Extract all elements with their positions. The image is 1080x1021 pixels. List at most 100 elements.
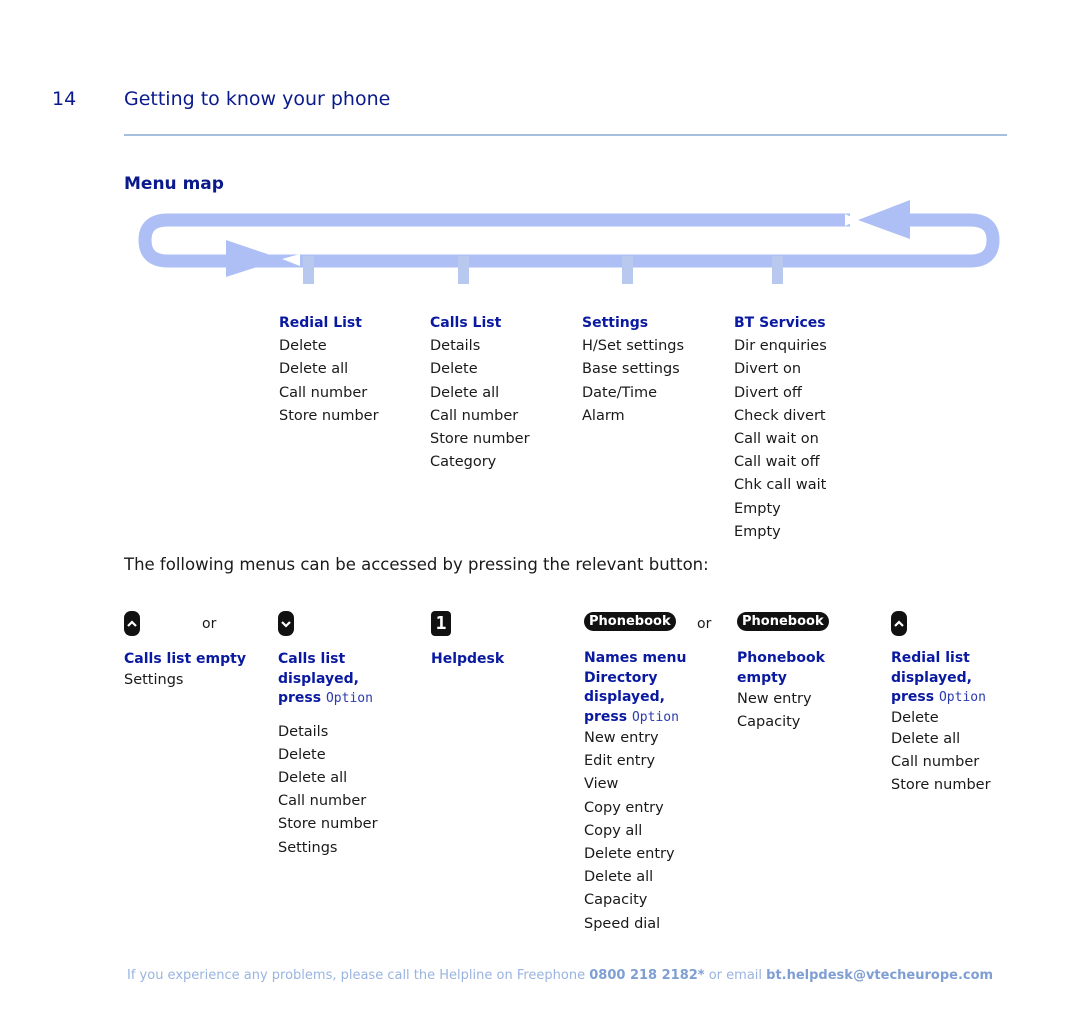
menu-column-calls-list: Calls List Details Delete Delete all Cal… bbox=[430, 312, 530, 474]
button-menu-heading: displayed, bbox=[891, 669, 972, 686]
helpdesk-email-link[interactable]: bt.helpdesk@vtecheurope.com bbox=[766, 968, 993, 983]
button-menu-phonebook-empty: Phonebook empty New entry Capacity bbox=[737, 649, 877, 734]
menu-item: Capacity bbox=[584, 892, 648, 909]
menu-item: Empty bbox=[734, 500, 781, 517]
button-menu-heading: Phonebook bbox=[737, 650, 825, 666]
arrow-right-icon bbox=[226, 240, 282, 277]
phonebook-key-icon: Phonebook bbox=[737, 612, 829, 631]
button-menu-heading: Redial list bbox=[891, 650, 970, 666]
menu-item: Delete all bbox=[891, 730, 961, 747]
button-menu-calls-list-empty: Calls list empty Settings bbox=[124, 650, 264, 690]
phonebook-key-icon: Phonebook bbox=[584, 612, 676, 631]
menu-item: Call wait on bbox=[734, 431, 819, 448]
menu-column-redial-list: Redial List Delete Delete all Call numbe… bbox=[279, 312, 379, 428]
connector-tick bbox=[303, 256, 314, 284]
menu-item: Store number bbox=[430, 431, 530, 448]
menu-column-bt-services: BT Services Dir enquiries Divert on Dive… bbox=[734, 312, 827, 544]
intro-text: The following menus can be accessed by p… bbox=[124, 555, 709, 574]
menu-item: Divert off bbox=[734, 384, 802, 401]
menu-item: Delete entry bbox=[584, 846, 675, 863]
menu-item: Copy entry bbox=[584, 799, 664, 816]
connector-tick bbox=[622, 256, 633, 284]
button-menu-redial-list-displayed: Redial list displayed, press Option Dele… bbox=[891, 649, 1031, 797]
menu-item: Call number bbox=[279, 384, 368, 401]
option-softkey-label: Option bbox=[938, 690, 986, 705]
menu-item: Copy all bbox=[584, 822, 643, 839]
down-key-icon bbox=[278, 611, 294, 636]
up-key-icon bbox=[124, 611, 140, 636]
button-menu-heading: Directory bbox=[584, 669, 658, 686]
menu-item: Store number bbox=[891, 776, 991, 793]
menu-column-title: Calls List bbox=[430, 315, 502, 331]
footer-text: or email bbox=[704, 968, 767, 983]
menu-column-title: Settings bbox=[582, 315, 649, 331]
menu-column-settings: Settings H/Set settings Base settings Da… bbox=[582, 312, 684, 428]
menu-item: Delete bbox=[891, 709, 939, 726]
footer-text: If you experience any problems, please c… bbox=[127, 968, 590, 983]
press-option-line: press Option bbox=[584, 708, 724, 728]
press-label: press bbox=[891, 689, 935, 705]
menu-item: Chk call wait bbox=[734, 477, 827, 494]
press-label: press bbox=[584, 708, 628, 725]
menu-item: Delete all bbox=[279, 361, 349, 378]
menu-item: Category bbox=[430, 454, 497, 471]
button-menu-heading: displayed, bbox=[278, 670, 359, 687]
press-option-line: press Option bbox=[278, 689, 418, 709]
menu-item: Date/Time bbox=[582, 384, 658, 401]
button-menu-helpdesk: Helpdesk bbox=[431, 650, 571, 670]
button-menu-heading: displayed, bbox=[584, 689, 665, 705]
menu-item: Delete bbox=[279, 338, 327, 355]
menu-item: Details bbox=[430, 338, 481, 355]
menu-item: Delete all bbox=[584, 869, 654, 886]
menu-item: Empty bbox=[734, 523, 781, 540]
menu-item: Base settings bbox=[582, 361, 680, 378]
button-menu-calls-list-displayed: Calls list displayed, press Option Detai… bbox=[278, 650, 418, 860]
connector-tick bbox=[772, 256, 783, 284]
button-menu-heading: empty bbox=[737, 669, 787, 686]
button-menu-heading: Helpdesk bbox=[431, 651, 505, 667]
button-menu-heading: Calls list empty bbox=[124, 651, 246, 667]
menu-item: Divert on bbox=[734, 361, 802, 378]
menu-item: Delete all bbox=[430, 384, 500, 401]
up-key-icon bbox=[891, 611, 907, 636]
menu-item: Dir enquiries bbox=[734, 338, 827, 355]
menu-item: Delete all bbox=[278, 769, 348, 786]
menu-item: H/Set settings bbox=[582, 338, 685, 355]
menu-item: Settings bbox=[124, 671, 184, 688]
or-label: or bbox=[697, 616, 712, 632]
helpline-phone-number: 0800 218 2182* bbox=[589, 968, 705, 983]
menu-column-title: BT Services bbox=[734, 315, 826, 331]
menu-item: View bbox=[584, 776, 619, 793]
menu-item: Settings bbox=[278, 839, 338, 856]
menu-item: Store number bbox=[279, 407, 379, 424]
menu-item: Alarm bbox=[582, 407, 625, 424]
press-label: press bbox=[278, 690, 322, 706]
menu-item: Check divert bbox=[734, 407, 826, 424]
menu-item: Call wait off bbox=[734, 454, 820, 471]
menu-item: Delete bbox=[430, 361, 478, 378]
menu-item: New entry bbox=[584, 730, 659, 746]
button-menu-heading: Names menu bbox=[584, 650, 687, 666]
menu-item: Details bbox=[278, 723, 329, 740]
arrow-left-icon bbox=[858, 200, 910, 239]
press-option-line: press Option bbox=[891, 688, 1031, 708]
option-softkey-label: Option bbox=[631, 709, 679, 725]
menu-item: Delete bbox=[278, 746, 326, 763]
menu-item: Edit entry bbox=[584, 753, 656, 770]
menu-loop-diagram bbox=[138, 200, 1000, 284]
footer-helpline: If you experience any problems, please c… bbox=[127, 968, 993, 983]
menu-item: Call number bbox=[278, 793, 367, 810]
menu-column-title: Redial List bbox=[279, 315, 362, 331]
button-menu-heading: Calls list bbox=[278, 651, 346, 667]
menu-item: Store number bbox=[278, 816, 378, 833]
key-1-icon: 1 bbox=[431, 611, 451, 636]
connector-tick bbox=[458, 256, 469, 284]
option-softkey-label: Option bbox=[325, 691, 373, 706]
menu-item: Speed dial bbox=[584, 915, 661, 932]
menu-item: Capacity bbox=[737, 714, 801, 731]
menu-item: Call number bbox=[430, 407, 519, 424]
menu-item: Call number bbox=[891, 753, 980, 770]
menu-item: New entry bbox=[737, 691, 812, 707]
button-menu-names-directory: Names menu Directory displayed, press Op… bbox=[584, 649, 724, 936]
or-label: or bbox=[202, 616, 217, 632]
